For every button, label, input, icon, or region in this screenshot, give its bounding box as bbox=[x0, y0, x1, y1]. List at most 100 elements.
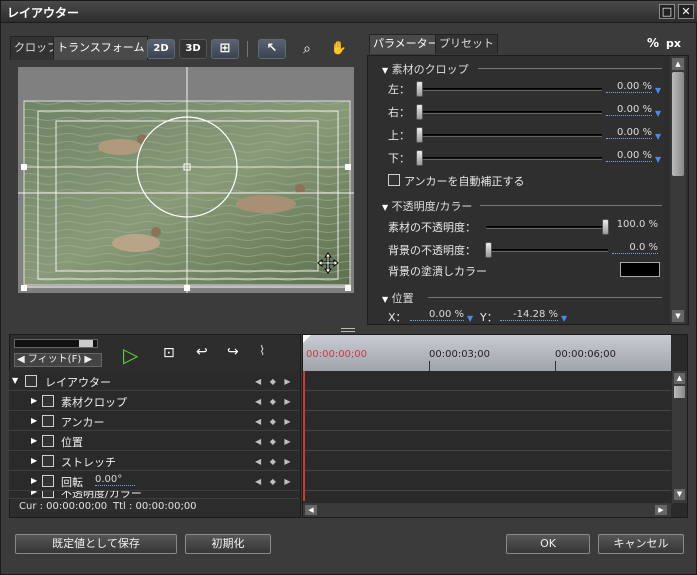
handle-bottom-left[interactable] bbox=[21, 285, 27, 291]
restore-button[interactable]: □ bbox=[659, 4, 675, 19]
track-row-stretch[interactable]: ▶ ストレッチ ◀ ◆ ▶ bbox=[9, 451, 299, 471]
scroll-up-arrow-icon[interactable]: ▲ bbox=[672, 58, 684, 70]
fit-dropdown[interactable]: ◀ フィット(F) ▶ bbox=[14, 353, 102, 367]
bg-fill-color-swatch[interactable] bbox=[620, 262, 660, 277]
scroll-right-arrow-icon[interactable]: ▶ bbox=[655, 505, 667, 515]
redo-button[interactable]: ↪ bbox=[227, 344, 239, 360]
value-dropdown-icon[interactable]: ▼ bbox=[655, 86, 661, 95]
expand-triangle-icon[interactable]: ▶ bbox=[31, 456, 37, 465]
position-x-value[interactable]: 0.00 % bbox=[410, 309, 464, 321]
crop-bottom-thumb[interactable] bbox=[416, 150, 423, 166]
select-tool-button[interactable]: ↖ bbox=[258, 39, 286, 59]
bg-opacity-thumb[interactable] bbox=[485, 242, 492, 258]
close-button[interactable]: ✕ bbox=[678, 4, 694, 19]
play-button[interactable]: ▷ bbox=[123, 343, 138, 367]
time-ruler[interactable]: 00:00:00;00 00:00:03;00 00:00:06;00 bbox=[303, 335, 671, 371]
crop-left-value[interactable]: 0.00 % bbox=[606, 81, 652, 93]
expand-triangle-icon[interactable]: ▶ bbox=[31, 476, 37, 485]
keyframe-button[interactable]: ⊡ bbox=[163, 345, 175, 361]
preview-canvas[interactable] bbox=[18, 67, 354, 293]
keyframe-nav-buttons[interactable]: ◀ ◆ ▶ bbox=[255, 437, 294, 446]
rotation-value[interactable]: 0.00° bbox=[95, 474, 135, 486]
crop-bottom-slider[interactable] bbox=[418, 157, 602, 160]
timeline-h-scrollbar[interactable]: ◀ ▶ bbox=[303, 503, 671, 517]
crop-right-value[interactable]: 0.00 % bbox=[606, 104, 652, 116]
value-dropdown-icon[interactable]: ▼ bbox=[655, 109, 661, 118]
position-section-header[interactable]: ▼ 位置 bbox=[382, 290, 414, 306]
track-row-crop[interactable]: ▶ 素材クロップ ◀ ◆ ▶ bbox=[9, 391, 299, 411]
track-checkbox[interactable] bbox=[42, 395, 54, 407]
opacity-section-header[interactable]: ▼ 不透明度/カラー bbox=[382, 198, 472, 214]
handle-bottom[interactable] bbox=[184, 285, 190, 291]
handle-left[interactable] bbox=[21, 164, 27, 170]
track-checkbox[interactable] bbox=[42, 455, 54, 467]
scroll-thumb[interactable] bbox=[674, 386, 685, 398]
track-row-position[interactable]: ▶ 位置 ◀ ◆ ▶ bbox=[9, 431, 299, 451]
unit-percent-button[interactable]: % bbox=[647, 36, 659, 50]
tab-parameters[interactable]: パラメーター bbox=[369, 34, 443, 54]
crop-left-slider[interactable] bbox=[418, 88, 602, 91]
zoom-tool-button[interactable]: ⌕ bbox=[297, 39, 317, 59]
zoom-slider[interactable] bbox=[14, 339, 98, 348]
track-checkbox[interactable] bbox=[42, 415, 54, 427]
keyframe-nav-buttons[interactable]: ◀ ◆ ▶ bbox=[255, 477, 294, 486]
scroll-thumb[interactable] bbox=[672, 72, 684, 176]
track-checkbox[interactable] bbox=[25, 375, 37, 387]
tab-presets[interactable]: プリセット bbox=[435, 34, 498, 54]
expand-triangle-icon[interactable]: ▶ bbox=[31, 436, 37, 445]
expand-triangle-icon[interactable]: ▶ bbox=[31, 491, 37, 496]
expand-triangle-icon[interactable]: ▶ bbox=[31, 416, 37, 425]
crop-top-slider[interactable] bbox=[418, 134, 602, 137]
zoom-slider-thumb[interactable] bbox=[79, 340, 93, 347]
timeline-area[interactable]: 00:00:00;00 00:00:03;00 00:00:06;00 ▲ ▼ … bbox=[302, 334, 688, 518]
reset-button[interactable]: 初期化 bbox=[185, 534, 271, 554]
handle-bottom-right[interactable] bbox=[345, 285, 351, 291]
bg-opacity-slider[interactable] bbox=[486, 249, 608, 252]
expand-triangle-icon[interactable]: ▼ bbox=[12, 376, 18, 385]
value-dropdown-icon[interactable]: ▼ bbox=[655, 132, 661, 141]
track-checkbox[interactable] bbox=[42, 475, 54, 487]
crop-right-thumb[interactable] bbox=[416, 104, 423, 120]
crop-top-value[interactable]: 0.00 % bbox=[606, 127, 652, 139]
keyframe-nav-buttons[interactable]: ◀ ◆ ▶ bbox=[255, 377, 294, 386]
grid-toggle-button[interactable]: ⊞ bbox=[211, 39, 239, 59]
track-checkbox[interactable] bbox=[42, 491, 54, 498]
scroll-down-arrow-icon[interactable]: ▼ bbox=[672, 310, 684, 322]
unit-pixel-button[interactable]: px bbox=[666, 37, 681, 50]
handle-right[interactable] bbox=[345, 164, 351, 170]
value-dropdown-icon[interactable]: ▼ bbox=[561, 314, 567, 323]
keyframe-nav-buttons[interactable]: ◀ ◆ ▶ bbox=[255, 397, 294, 406]
ok-button[interactable]: OK bbox=[506, 534, 590, 554]
mode-3d-button[interactable]: 3D bbox=[179, 39, 207, 59]
timeline-v-scrollbar[interactable]: ▲ ▼ bbox=[672, 371, 687, 503]
crop-left-thumb[interactable] bbox=[416, 81, 423, 97]
source-opacity-thumb[interactable] bbox=[602, 219, 609, 235]
hand-tool-button[interactable]: ✋ bbox=[329, 39, 349, 59]
track-checkbox[interactable] bbox=[42, 435, 54, 447]
source-opacity-slider[interactable] bbox=[486, 226, 608, 229]
keyframe-nav-buttons[interactable]: ◀ ◆ ▶ bbox=[255, 457, 294, 466]
scroll-down-arrow-icon[interactable]: ▼ bbox=[674, 489, 685, 500]
tab-transform[interactable]: トランスフォーム bbox=[53, 36, 149, 60]
value-dropdown-icon[interactable]: ▼ bbox=[655, 155, 661, 164]
track-row-rotation[interactable]: ▶ 回転 0.00° ◀ ◆ ▶ bbox=[9, 471, 299, 491]
crop-top-thumb[interactable] bbox=[416, 127, 423, 143]
scroll-up-arrow-icon[interactable]: ▲ bbox=[674, 373, 685, 384]
crop-section-header[interactable]: ▼ 素材のクロップ bbox=[382, 61, 469, 77]
source-opacity-value[interactable]: 100.0 % bbox=[612, 219, 658, 230]
expand-triangle-icon[interactable]: ▶ bbox=[31, 396, 37, 405]
in-point-marker[interactable] bbox=[303, 335, 311, 343]
parameter-scrollbar[interactable]: ▲ ▼ bbox=[670, 56, 686, 324]
anchor-auto-checkbox[interactable] bbox=[388, 174, 400, 186]
track-row-layouter[interactable]: ▼ レイアウター ◀ ◆ ▶ bbox=[9, 371, 299, 391]
position-y-value[interactable]: -14.28 % bbox=[500, 309, 558, 321]
value-dropdown-icon[interactable]: ▼ bbox=[467, 314, 473, 323]
track-row-anchor[interactable]: ▶ アンカー ◀ ◆ ▶ bbox=[9, 411, 299, 431]
undo-button[interactable]: ↩ bbox=[196, 344, 208, 360]
scroll-left-arrow-icon[interactable]: ◀ bbox=[305, 505, 317, 515]
crop-right-slider[interactable] bbox=[418, 111, 602, 114]
cancel-button[interactable]: キャンセル bbox=[598, 534, 684, 554]
crop-bottom-value[interactable]: 0.00 % bbox=[606, 150, 652, 162]
keyframe-nav-buttons[interactable]: ◀ ◆ ▶ bbox=[255, 417, 294, 426]
save-as-default-button[interactable]: 既定値として保存 bbox=[15, 534, 177, 554]
